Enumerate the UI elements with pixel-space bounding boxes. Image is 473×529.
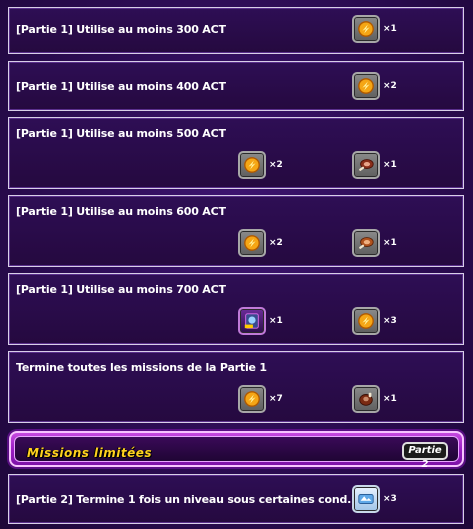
reward-quantity: ×1 [383, 238, 397, 248]
medal-icon [238, 385, 266, 413]
reward-quantity: ×1 [383, 394, 397, 404]
mission-row-2[interactable]: [Partie 1] Utilise au moins 400 ACT ×2 [8, 61, 464, 111]
mission-label: [Partie 2] Termine 1 fois un niveau sous… [16, 493, 352, 506]
meat-icon [352, 151, 380, 179]
ticket-icon [352, 485, 380, 513]
medal-icon [238, 151, 266, 179]
reward-quantity: ×3 [383, 316, 397, 326]
mission-row-4[interactable]: [Partie 1] Utilise au moins 600 ACT ×2 ×… [8, 195, 464, 267]
reward-1[interactable]: ×1 [238, 307, 288, 337]
meat-icon [352, 385, 380, 413]
mission-label: [Partie 1] Utilise au moins 300 ACT [16, 23, 226, 36]
reward-2[interactable]: ×1 [352, 151, 402, 181]
banner-inner: Missions limitées Partie 2 [14, 436, 459, 470]
mission-label: [Partie 1] Utilise au moins 400 ACT [16, 80, 226, 93]
reward-1[interactable]: ×2 [352, 72, 402, 102]
part-badge: Partie 2 [402, 442, 448, 470]
reward-1[interactable]: ×3 [352, 485, 402, 515]
mission-label: [Partie 1] Utilise au moins 700 ACT [16, 283, 226, 296]
reward-quantity: ×2 [269, 238, 283, 248]
reward-1[interactable]: ×7 [238, 385, 288, 415]
reward-2[interactable]: ×1 [352, 385, 402, 415]
reward-1[interactable]: ×2 [238, 229, 288, 259]
meat-icon [352, 229, 380, 257]
reward-quantity: ×7 [269, 394, 283, 404]
reward-1[interactable]: ×1 [352, 15, 402, 45]
banner-title: Missions limitées [27, 446, 153, 460]
medal-icon [352, 15, 380, 43]
mission-row-7[interactable]: [Partie 2] Termine 1 fois un niveau sous… [8, 474, 464, 524]
mission-label: Termine toutes les missions de la Partie… [16, 361, 267, 374]
reward-quantity: ×1 [383, 160, 397, 170]
mission-label: [Partie 1] Utilise au moins 500 ACT [16, 127, 226, 140]
reward-quantity: ×2 [269, 160, 283, 170]
limited-missions-banner: Missions limitées Partie 2 [9, 431, 464, 470]
medal-icon [352, 72, 380, 100]
reward-quantity: ×2 [383, 81, 397, 91]
reward-quantity: ×1 [383, 24, 397, 34]
reward-quantity: ×1 [269, 316, 283, 326]
mission-row-5[interactable]: [Partie 1] Utilise au moins 700 ACT ×1 ×… [8, 273, 464, 345]
mission-row-1[interactable]: [Partie 1] Utilise au moins 300 ACT ×1 [8, 7, 464, 54]
reward-1[interactable]: ×2 [238, 151, 288, 181]
medal-icon [238, 229, 266, 257]
reward-2[interactable]: ×3 [352, 307, 402, 337]
mission-label: [Partie 1] Utilise au moins 600 ACT [16, 205, 226, 218]
mission-row-6[interactable]: Termine toutes les missions de la Partie… [8, 351, 464, 423]
mission-row-3[interactable]: [Partie 1] Utilise au moins 500 ACT ×2 ×… [8, 117, 464, 189]
medal-icon [352, 307, 380, 335]
reward-2[interactable]: ×1 [352, 229, 402, 259]
support-item-icon [238, 307, 266, 335]
reward-quantity: ×3 [383, 494, 397, 504]
